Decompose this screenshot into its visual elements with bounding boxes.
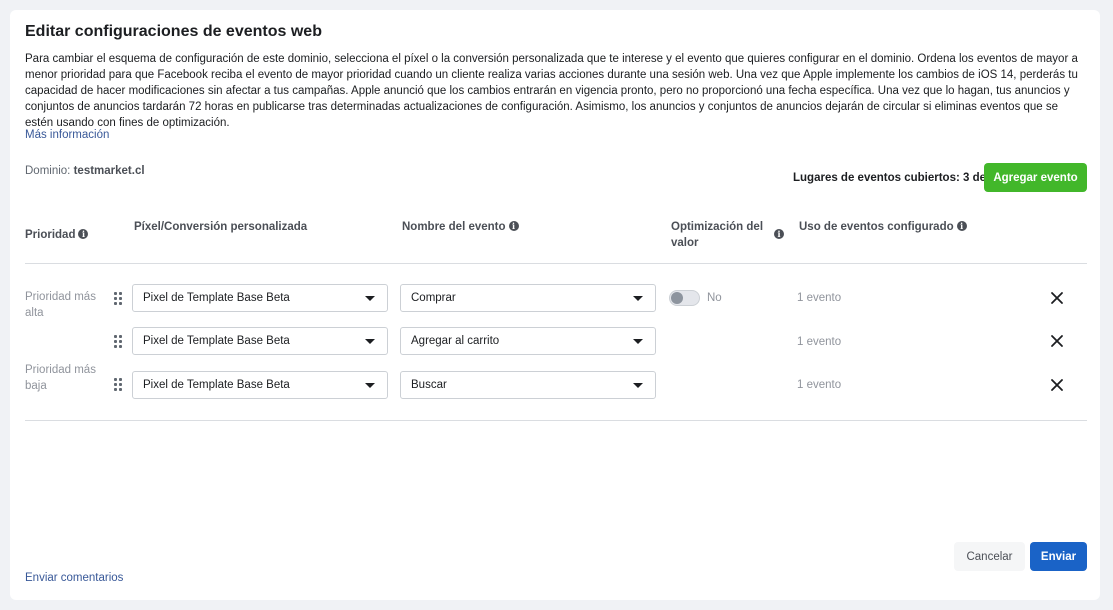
priority-high-label: Prioridad más alta [25,289,96,321]
event-usage: 1 evento [797,379,842,391]
header-priority-label: Prioridad [25,229,76,241]
value-optimization-label: No [707,292,722,304]
event-usage: 1 evento [797,292,842,304]
caret-down-icon [365,383,375,388]
pixel-select[interactable]: Pixel de Template Base Beta [132,371,388,399]
header-value-optimization-line1: Optimización del [671,221,764,233]
event-select-value: Buscar [411,379,447,391]
drag-handle-icon[interactable] [114,335,124,349]
close-icon[interactable] [1050,334,1064,348]
event-usage: 1 evento [797,336,842,348]
header-divider [25,263,1087,264]
caret-down-icon [633,339,643,344]
event-select[interactable]: Agregar al carrito [400,327,656,355]
domain-value: testmarket.cl [73,165,145,177]
event-slots-count: Lugares de eventos cubiertos: 3 de 8 [793,172,996,184]
event-select-value: Agregar al carrito [411,335,500,347]
drag-handle-icon[interactable] [114,378,124,392]
dialog-description: Para cambiar el esquema de configuración… [25,53,1078,129]
send-feedback-link[interactable]: Enviar comentarios [25,572,123,584]
event-select-value: Comprar [411,292,456,304]
domain-info: Dominio: testmarket.cl [25,165,145,177]
header-pixel: Píxel/Conversión personalizada [134,221,308,233]
close-icon[interactable] [1050,378,1064,392]
caret-down-icon [633,383,643,388]
header-usage: Uso de eventos configurado i [799,219,967,235]
priority-low-line2: baja [25,380,47,392]
header-value-optimization: Optimización del valor [671,219,763,251]
value-optimization-toggle[interactable] [669,290,700,306]
close-icon[interactable] [1050,291,1064,305]
send-button[interactable]: Enviar [1030,542,1087,571]
drag-handle-icon[interactable] [114,292,124,306]
caret-down-icon [365,339,375,344]
pixel-select-value: Pixel de Template Base Beta [143,335,290,347]
more-info-link[interactable]: Más información [25,129,109,141]
table-bottom-divider [25,420,1087,421]
priority-low-label: Prioridad más baja [25,362,96,394]
pixel-select[interactable]: Pixel de Template Base Beta [132,327,388,355]
pixel-select-value: Pixel de Template Base Beta [143,292,290,304]
header-priority: Prioridad i [25,227,89,243]
priority-high-line2: alta [25,307,44,319]
priority-low-line1: Prioridad más [25,364,96,376]
add-event-button[interactable]: Agregar evento [984,163,1087,192]
info-icon[interactable]: i [956,221,967,231]
edit-web-events-dialog: Editar configuraciones de eventos web Pa… [10,10,1100,600]
caret-down-icon [633,296,643,301]
pixel-select-value: Pixel de Template Base Beta [143,379,290,391]
header-event-name-label: Nombre del evento [402,221,506,233]
header-usage-label: Uso de eventos configurado [799,221,954,233]
header-event-name: Nombre del evento i [402,219,519,235]
header-value-optimization-line2: valor [671,237,699,249]
priority-high-line1: Prioridad más [25,291,96,303]
event-select[interactable]: Comprar [400,284,656,312]
event-select[interactable]: Buscar [400,371,656,399]
pixel-select[interactable]: Pixel de Template Base Beta [132,284,388,312]
domain-label: Dominio: [25,165,71,177]
info-icon[interactable]: i [508,221,519,231]
info-icon[interactable]: i [774,229,784,239]
dialog-title: Editar configuraciones de eventos web [25,23,322,40]
cancel-button[interactable]: Cancelar [954,542,1025,571]
toggle-knob [671,292,683,304]
caret-down-icon [365,296,375,301]
info-icon[interactable]: i [78,229,89,239]
